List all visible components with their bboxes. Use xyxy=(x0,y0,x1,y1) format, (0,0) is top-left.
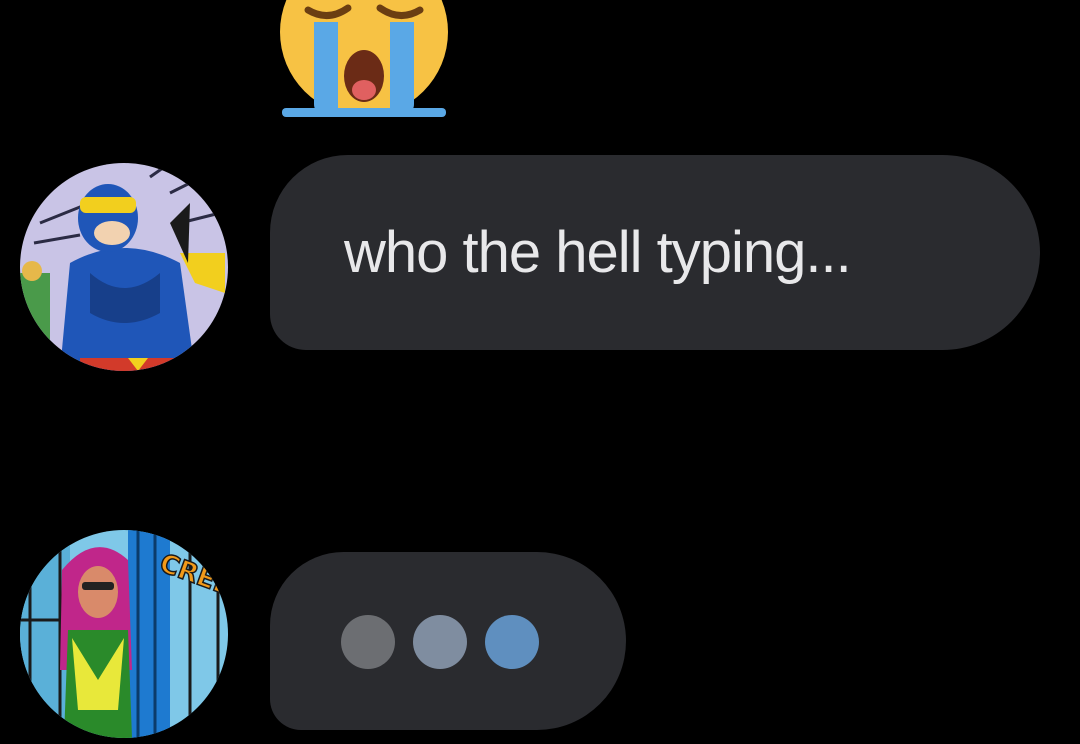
crying-emoji-icon xyxy=(278,0,450,122)
chat-thread: who the hell typing... CREEEA xyxy=(0,0,1080,744)
message-text: who the hell typing... xyxy=(344,220,852,285)
sender-avatar[interactable] xyxy=(20,163,228,371)
typing-dot xyxy=(341,615,395,669)
typing-user-avatar[interactable]: CREEEA xyxy=(20,530,228,738)
typing-dot xyxy=(485,615,539,669)
message-bubble[interactable]: who the hell typing... xyxy=(270,155,1040,350)
typing-dot xyxy=(413,615,467,669)
